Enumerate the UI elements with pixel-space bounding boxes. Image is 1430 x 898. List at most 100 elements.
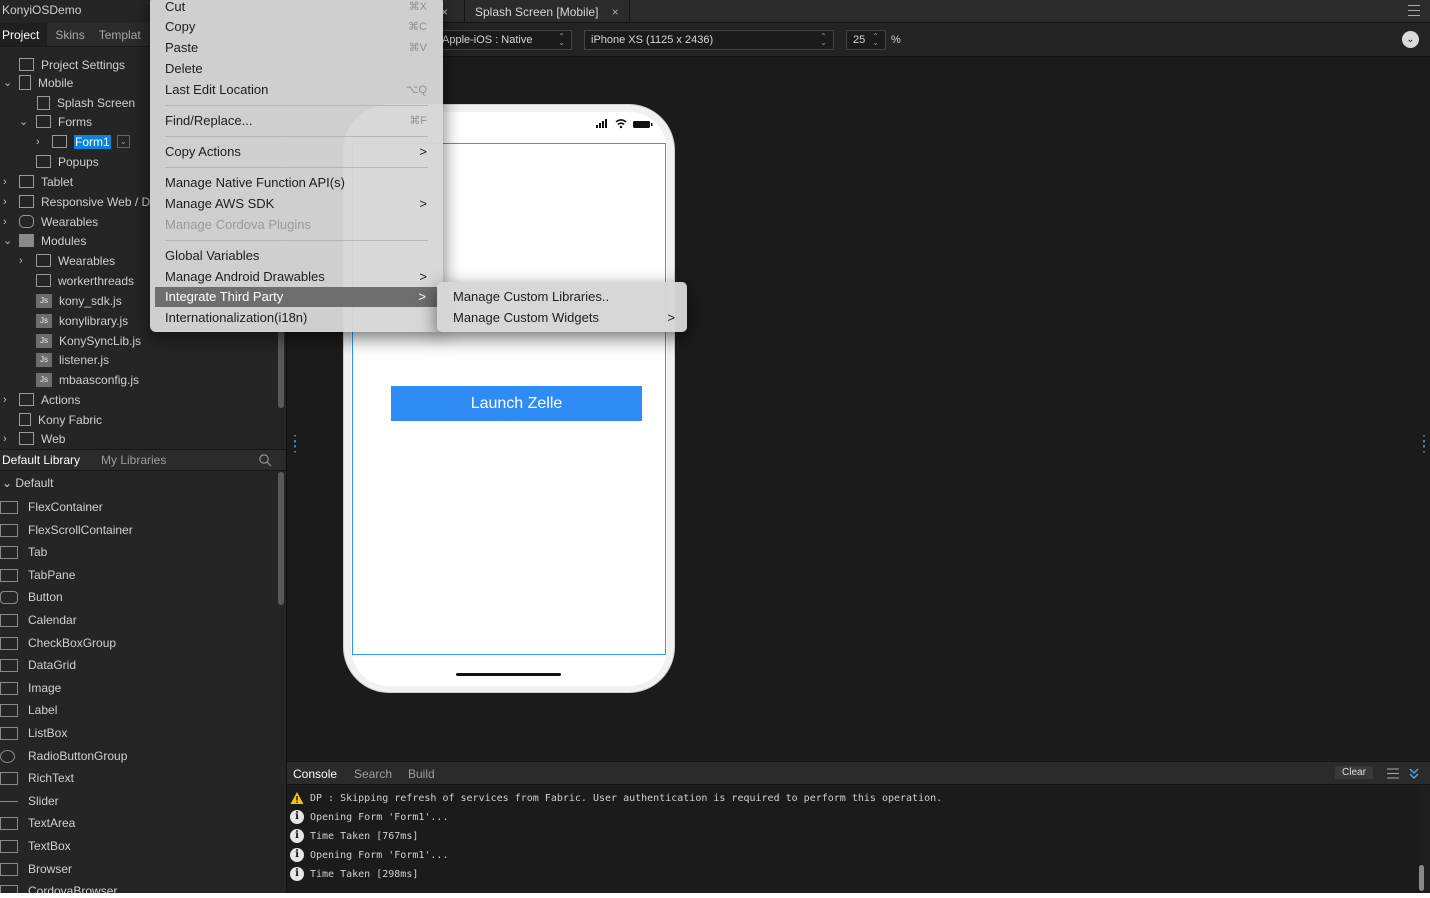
library-scrollbar[interactable] [278,472,284,605]
close-icon[interactable]: × [612,5,619,19]
tab-my-libraries[interactable]: My Libraries [101,453,166,467]
chevron-down-icon[interactable]: ⌄ [3,236,13,247]
widget-item[interactable]: RadioButtonGroup [0,746,127,766]
device-select[interactable]: iPhone XS (1125 x 2436) ⌃ ⌄ [584,30,834,50]
search-icon[interactable] [258,453,272,467]
shortcut-label: ⌘X [408,1,427,13]
collapse-chevrons-icon[interactable] [1409,768,1419,779]
widget-item[interactable]: FlexScrollContainer [0,520,133,540]
widget-item[interactable]: FlexContainer [0,497,103,517]
tree-item-form1[interactable]: Form1 ⌄ [52,132,130,151]
menu-item-custom-libraries[interactable]: Manage Custom Libraries.. [453,287,675,307]
chevron-down-icon[interactable]: ⌄ [3,78,13,89]
tab-search[interactable]: Search [354,767,392,781]
widget-item[interactable]: TextBox [0,836,71,856]
chevron-down-circle-icon[interactable]: ⌄ [1402,31,1419,48]
menu-item-paste[interactable]: Paste ⌘V [165,38,429,58]
tab-console[interactable]: Console [293,767,337,781]
tab-build[interactable]: Build [408,767,435,781]
tree-item-mobile[interactable]: Mobile [19,73,73,92]
tree-item-forms[interactable]: Forms [36,112,92,131]
tree-item-project-settings[interactable]: Project Settings [19,55,125,74]
menu-item-find-replace[interactable]: Find/Replace... ⌘F [165,111,429,131]
tree-item-wearables[interactable]: Wearables [19,212,98,231]
tree-item-tablet[interactable]: Tablet [19,172,73,191]
tree-item-modules-wearables[interactable]: Wearables [36,251,115,270]
menu-separator [165,167,428,168]
launch-zelle-button[interactable]: Launch Zelle [391,386,642,421]
menu-item-manage-aws-sdk[interactable]: Manage AWS SDK > [165,194,429,214]
tree-item-actions[interactable]: Actions [19,390,80,409]
widget-item[interactable]: Calendar [0,610,77,630]
tab-default-library[interactable]: Default Library [2,453,80,467]
menu-item-custom-widgets[interactable]: Manage Custom Widgets > [453,308,675,328]
tree-item-label: Mobile [38,75,74,90]
widget-item[interactable]: Tab [0,542,47,562]
right-resize-grip-icon[interactable]: ⋮⋮ [1417,433,1430,455]
widget-item[interactable]: ListBox [0,723,67,743]
menu-item-android-drawables[interactable]: Manage Android Drawables > [165,267,429,287]
chevron-down-icon[interactable]: ⌄ [19,117,29,128]
tree-item-responsive-web[interactable]: Responsive Web / D [19,192,150,211]
tree-item-js-file[interactable]: Js mbaasconfig.js [36,370,139,389]
chevron-right-icon[interactable]: › [3,177,13,188]
menu-item-last-edit-location[interactable]: Last Edit Location ⌥Q [165,80,429,100]
menu-item-i18n[interactable]: Internationalization(i18n) [165,308,429,328]
tree-item-workerthreads[interactable]: workerthreads [36,271,134,290]
menu-item-copy-actions[interactable]: Copy Actions > [165,142,429,162]
tab-skins[interactable]: Skins [53,23,90,46]
chevron-right-icon[interactable]: › [3,395,13,406]
tree-item-kony-fabric[interactable]: Kony Fabric [19,410,102,429]
tree-item-popups[interactable]: Popups [36,152,99,171]
list-icon[interactable] [1387,768,1399,779]
menu-item-cut[interactable]: Cut ⌘X [165,0,429,17]
widget-item[interactable]: Browser [0,859,72,879]
widget-item[interactable]: DataGrid [0,655,76,675]
tree-scrollbar[interactable] [278,330,284,408]
left-resize-grip-icon[interactable]: ⋮⋮ [288,433,302,455]
zoom-select[interactable]: 25 ⌃ ⌄ [846,30,886,50]
menu-item-delete[interactable]: Delete [165,59,429,79]
editor-tab-splash[interactable]: Splash Screen [Mobile] × [465,0,630,23]
watch-icon [19,215,34,228]
tree-item-splash-screen[interactable]: Splash Screen [37,93,135,112]
library-group[interactable]: ⌄ Default [2,476,53,490]
menu-item-native-function-api[interactable]: Manage Native Function API(s) [165,173,429,193]
widget-item[interactable]: TabPane [0,565,75,585]
menu-item-label: Manage Custom Widgets [453,310,599,325]
tree-item-label: Web [41,431,66,446]
widget-item[interactable]: TextArea [0,813,75,833]
chevron-right-icon[interactable]: › [19,256,29,267]
chevron-right-icon[interactable]: › [36,137,46,148]
menu-item-integrate-third-party[interactable]: Integrate Third Party > [155,287,438,307]
hamburger-menu-icon[interactable] [1408,5,1420,16]
tree-item-modules[interactable]: Modules [19,231,86,250]
tree-item-js-file[interactable]: Js listener.js [36,350,109,369]
folder-icon [36,254,51,267]
chevron-right-icon[interactable]: › [3,217,13,228]
widget-item[interactable]: Slider [0,791,59,811]
clear-button[interactable]: Clear [1335,766,1373,779]
shortcut-label: ⌘C [408,21,427,33]
tab-project[interactable]: Project [0,23,48,46]
menu-item-copy[interactable]: Copy ⌘C [165,17,429,37]
widget-item[interactable]: Label [0,700,57,720]
widget-item[interactable]: RichText [0,768,74,788]
tree-item-js-file[interactable]: Js KonySyncLib.js [36,331,141,350]
widget-item[interactable]: Image [0,678,61,698]
menu-item-global-variables[interactable]: Global Variables [165,246,429,266]
widget-item[interactable]: CheckBoxGroup [0,633,116,653]
tree-item-js-file[interactable]: Js kony_sdk.js [36,291,122,310]
chevron-down-icon[interactable]: ⌄ [116,135,130,148]
calendar-icon [0,613,18,627]
chevron-right-icon[interactable]: › [3,197,13,208]
platform-select[interactable]: Apple-iOS : Native ⌃ ⌄ [435,30,572,50]
tree-item-web[interactable]: Web [19,429,65,448]
widget-item[interactable]: CordovaBrowser [0,881,117,893]
widget-item[interactable]: Button [0,587,63,607]
tree-item-js-file[interactable]: Js konylibrary.js [36,311,128,330]
console-scrollbar[interactable] [1419,865,1424,891]
chevron-right-icon[interactable]: › [3,434,13,445]
tree-item-label: Form1 [74,134,111,149]
tab-templates[interactable]: Templat [97,23,147,46]
